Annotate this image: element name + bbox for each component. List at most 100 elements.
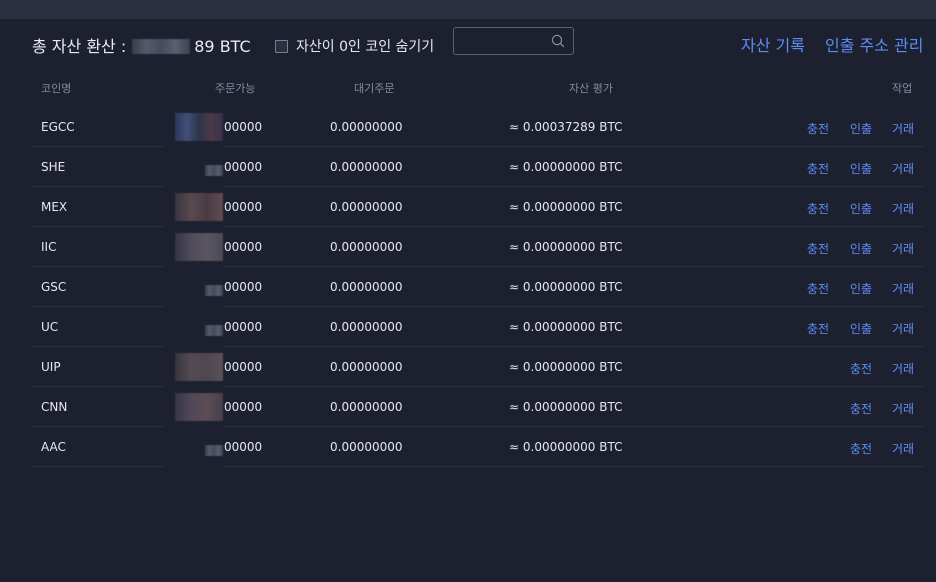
- table-row: GSC 00000 0.00000000 ≈ 0.00000000 BTC 충전…: [0, 267, 936, 307]
- coin-name: AAC: [41, 440, 66, 454]
- table-row: UIP 00000 0.00000000 ≈ 0.00000000 BTC 충전…: [0, 347, 936, 387]
- redacted-amount: [175, 393, 223, 421]
- asset-value: ≈ 0.00000000 BTC: [509, 240, 623, 254]
- trade-link[interactable]: 거래: [892, 160, 914, 177]
- trade-link[interactable]: 거래: [892, 240, 914, 257]
- row-divider-gap: [164, 466, 224, 467]
- coin-name: SHE: [41, 160, 66, 174]
- withdraw-link[interactable]: 인출: [850, 240, 872, 257]
- asset-history-link[interactable]: 자산 기록: [741, 32, 805, 56]
- hide-zero-checkbox[interactable]: [275, 39, 288, 53]
- pending-amount: 0.00000000: [330, 400, 403, 414]
- pending-amount: 0.00000000: [330, 440, 403, 454]
- available-amount: 00000: [224, 240, 263, 254]
- pending-amount: 0.00000000: [330, 320, 403, 334]
- asset-value: ≈ 0.00000000 BTC: [509, 320, 623, 334]
- deposit-link[interactable]: 충전: [850, 400, 872, 417]
- coin-search-input[interactable]: [460, 31, 552, 53]
- available-amount: 00000: [224, 440, 263, 454]
- available-amount: 00000: [224, 360, 263, 374]
- coin-search-box[interactable]: [453, 27, 574, 55]
- withdraw-link[interactable]: 인출: [850, 160, 872, 177]
- withdraw-link[interactable]: 인출: [850, 280, 872, 297]
- deposit-link[interactable]: 충전: [850, 360, 872, 377]
- column-pending: 대기주문: [354, 82, 395, 95]
- deposit-link[interactable]: 충전: [807, 160, 829, 177]
- column-actions: 작업: [892, 82, 913, 95]
- withdraw-link[interactable]: 인출: [850, 200, 872, 217]
- column-coin: 코인명: [41, 82, 72, 95]
- coin-name: CNN: [41, 400, 68, 414]
- table-row: UC 00000 0.00000000 ≈ 0.00000000 BTC 충전 …: [0, 307, 936, 347]
- trade-link[interactable]: 거래: [892, 120, 914, 137]
- withdraw-link[interactable]: 인출: [850, 120, 872, 137]
- table-row: CNN 00000 0.00000000 ≈ 0.00000000 BTC 충전…: [0, 387, 936, 427]
- trade-link[interactable]: 거래: [892, 320, 914, 337]
- total-assets: 총 자산 환산 : 89 BTC: [32, 33, 251, 57]
- pending-amount: 0.00000000: [330, 200, 403, 214]
- table-header: 코인명 주문가능 대기주문 자산 평가 작업: [0, 67, 936, 105]
- coin-name: IIC: [41, 240, 57, 254]
- top-bar: [0, 0, 936, 19]
- asset-value: ≈ 0.00000000 BTC: [509, 200, 623, 214]
- redacted-amount: [205, 445, 223, 456]
- pending-amount: 0.00000000: [330, 120, 403, 134]
- deposit-link[interactable]: 충전: [807, 120, 829, 137]
- coin-name: UIP: [41, 360, 61, 374]
- coin-name: UC: [41, 320, 59, 334]
- deposit-link[interactable]: 충전: [807, 320, 829, 337]
- pending-amount: 0.00000000: [330, 160, 403, 174]
- available-amount: 00000: [224, 120, 263, 134]
- redacted-amount: [205, 165, 223, 176]
- withdraw-link[interactable]: 인출: [850, 320, 872, 337]
- trade-link[interactable]: 거래: [892, 400, 914, 417]
- asset-value: ≈ 0.00000000 BTC: [509, 160, 623, 174]
- redacted-amount: [132, 38, 191, 54]
- available-amount: 00000: [224, 280, 263, 294]
- coin-name: EGCC: [41, 120, 75, 134]
- column-available: 주문가능: [215, 82, 256, 95]
- pending-amount: 0.00000000: [330, 360, 403, 374]
- search-icon[interactable]: [551, 34, 565, 48]
- trade-link[interactable]: 거래: [892, 360, 914, 377]
- available-amount: 00000: [224, 200, 263, 214]
- available-amount: 00000: [224, 400, 263, 414]
- deposit-link[interactable]: 충전: [807, 280, 829, 297]
- asset-value: ≈ 0.00000000 BTC: [509, 400, 623, 414]
- coin-name: GSC: [41, 280, 67, 294]
- table-row: SHE 00000 0.00000000 ≈ 0.00000000 BTC 충전…: [0, 147, 936, 187]
- available-amount: 00000: [224, 320, 263, 334]
- redacted-amount: [205, 325, 223, 336]
- asset-value: ≈ 0.00000000 BTC: [509, 440, 623, 454]
- column-value: 자산 평가: [569, 82, 613, 95]
- asset-value: ≈ 0.00000000 BTC: [509, 360, 623, 374]
- pending-amount: 0.00000000: [330, 240, 403, 254]
- redacted-amount: [175, 113, 223, 141]
- redacted-amount: [175, 353, 223, 381]
- table-row: AAC 00000 0.00000000 ≈ 0.00000000 BTC 충전…: [0, 427, 936, 467]
- redacted-amount: [175, 193, 223, 221]
- asset-summary-header: 총 자산 환산 : 89 BTC 자산이 0인 코인 숨기기 자산 기록 인출 주…: [0, 19, 936, 67]
- asset-table: 코인명 주문가능 대기주문 자산 평가 작업 EGCC 00000 0.0000…: [0, 67, 936, 582]
- redacted-amount: [205, 285, 223, 296]
- trade-link[interactable]: 거래: [892, 440, 914, 457]
- pending-amount: 0.00000000: [330, 280, 403, 294]
- deposit-link[interactable]: 충전: [807, 200, 829, 217]
- trade-link[interactable]: 거래: [892, 200, 914, 217]
- deposit-link[interactable]: 충전: [850, 440, 872, 457]
- redacted-amount: [175, 233, 223, 261]
- total-assets-value: 89 BTC: [194, 37, 251, 56]
- table-row: IIC 00000 0.00000000 ≈ 0.00000000 BTC 충전…: [0, 227, 936, 267]
- trade-link[interactable]: 거래: [892, 280, 914, 297]
- available-amount: 00000: [224, 160, 263, 174]
- asset-value: ≈ 0.00037289 BTC: [509, 120, 623, 134]
- table-row: MEX 00000 0.00000000 ≈ 0.00000000 BTC 충전…: [0, 187, 936, 227]
- hide-zero-toggle[interactable]: 자산이 0인 코인 숨기기: [275, 36, 434, 56]
- withdraw-address-link[interactable]: 인출 주소 관리: [825, 32, 924, 56]
- asset-value: ≈ 0.00000000 BTC: [509, 280, 623, 294]
- coin-name: MEX: [41, 200, 68, 214]
- deposit-link[interactable]: 충전: [807, 240, 829, 257]
- table-row: EGCC 00000 0.00000000 ≈ 0.00037289 BTC 충…: [0, 107, 936, 147]
- total-assets-label: 총 자산 환산 :: [32, 37, 127, 56]
- hide-zero-label: 자산이 0인 코인 숨기기: [296, 39, 435, 55]
